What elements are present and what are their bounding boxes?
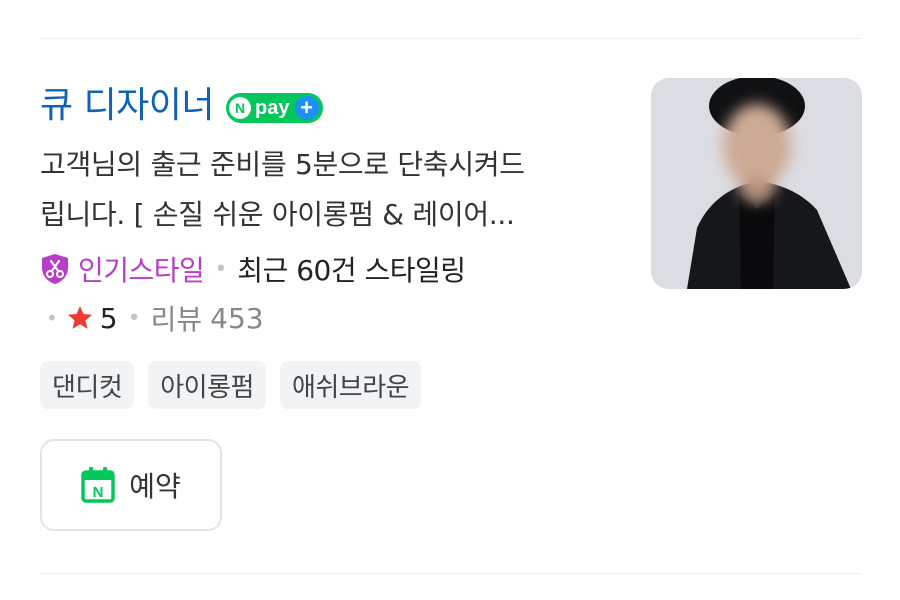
calendar-letter: N — [93, 484, 104, 501]
tag-iron-perm[interactable]: 아이롱펌 — [148, 361, 266, 409]
shield-scissors-icon — [42, 254, 68, 284]
popular-style-label: 인기스타일 — [78, 254, 205, 287]
description-line-1: 고객님의 출근 준비를 5분으로 단축시켜드 — [40, 148, 525, 181]
title-row: 큐 디자이너 N pay + — [40, 78, 323, 134]
npay-n-icon: N — [229, 97, 252, 119]
tag-dandy-cut[interactable]: 댄디컷 — [40, 361, 135, 409]
reserve-label: 예약 — [129, 470, 181, 503]
calendar-icon: N — [81, 467, 115, 503]
listing-card: 큐 디자이너 N pay + 고객님의 출근 준비를 5분으로 단축시켜드 립니… — [0, 0, 900, 600]
review-label: 리뷰 — [150, 303, 203, 336]
star-icon — [67, 306, 92, 329]
rating-row: • 5 • 리뷰 453 — [40, 296, 264, 340]
reserve-button[interactable]: N 예약 — [40, 439, 222, 531]
top-divider — [40, 38, 862, 39]
description[interactable]: 고객님의 출근 준비를 5분으로 단축시켜드 립니다. [ 손질 쉬운 아이롱펌… — [40, 140, 630, 240]
tag-ash-brown[interactable]: 애쉬브라운 — [279, 361, 422, 409]
separator-dot: • — [214, 256, 228, 282]
description-line-2: 립니다. [ 손질 쉬운 아이롱펌 & 레이어... — [40, 198, 515, 231]
separator-dot: • — [46, 306, 58, 330]
designer-title[interactable]: 큐 디자이너 — [40, 78, 215, 134]
meta-row: 인기스타일 • 최근 60건 스타일링 — [40, 246, 466, 292]
rating-value: 5 — [99, 301, 118, 335]
designer-photo-image — [651, 78, 862, 289]
recent-styling-count: 최근 60건 스타일링 — [237, 254, 466, 287]
bottom-divider — [40, 573, 862, 574]
npay-plus-badge: N pay + — [226, 93, 323, 123]
style-tags: 댄디컷 아이롱펌 애쉬브라운 — [40, 361, 422, 409]
designer-photo[interactable] — [651, 78, 862, 289]
npay-plus-icon: + — [294, 96, 319, 120]
review-count: 453 — [210, 301, 264, 335]
npay-text: pay — [255, 97, 290, 119]
separator-dot: • — [127, 305, 141, 331]
